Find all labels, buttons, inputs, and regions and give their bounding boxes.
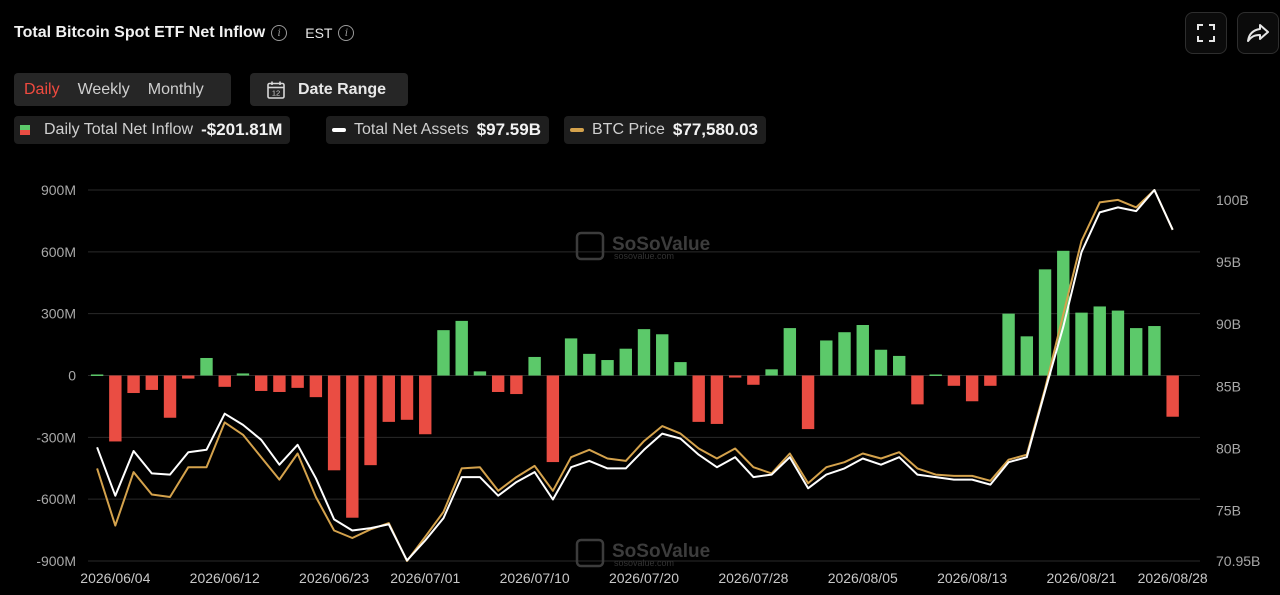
- bar: [437, 330, 450, 376]
- y-right-tick-label: 90B: [1216, 316, 1241, 332]
- bar: [856, 325, 869, 376]
- x-tick-label: 2026/08/21: [1046, 570, 1116, 586]
- bar: [801, 375, 815, 430]
- bar: [1129, 328, 1143, 376]
- y-right-tick-label: 95B: [1216, 254, 1241, 270]
- bar: [874, 349, 888, 376]
- bar: [254, 375, 268, 391]
- bar: [1038, 269, 1052, 376]
- bar: [893, 355, 906, 376]
- x-tick-label: 2026/07/20: [609, 570, 679, 586]
- x-axis: 2026/06/04 2026/06/12 2026/06/23 2026/07/01…: [80, 570, 1208, 586]
- watermark-logo-icon: [575, 538, 605, 568]
- y-right-tick-label: 100B: [1216, 192, 1249, 208]
- bar: [929, 374, 942, 376]
- y-left-tick-label: 0: [68, 368, 76, 384]
- bar: [728, 375, 742, 378]
- x-tick-label: 2026/07/28: [718, 570, 788, 586]
- y-right-tick-label: 75B: [1216, 503, 1241, 519]
- bar: [455, 320, 468, 376]
- bar: [820, 340, 833, 376]
- y-left-tick-label: 900M: [41, 182, 76, 198]
- bar: [947, 375, 961, 386]
- bar: [382, 375, 395, 422]
- y-left-tick-label: -300M: [36, 429, 76, 445]
- bar: [182, 375, 195, 379]
- bar: [1002, 313, 1015, 376]
- bar: [619, 348, 632, 376]
- watermark-top: SoSoValue sosovalue.com: [575, 231, 710, 261]
- bar: [765, 369, 778, 376]
- bar: [783, 328, 797, 376]
- y-right-tick-label: 80B: [1216, 441, 1241, 457]
- bar: [327, 375, 341, 471]
- bar: [236, 373, 250, 376]
- bar: [346, 375, 359, 518]
- bar: [564, 338, 578, 376]
- bar: [1148, 326, 1161, 376]
- bar: [965, 375, 979, 402]
- y-left-tick-label: -900M: [36, 553, 76, 569]
- bar: [528, 356, 541, 376]
- bar: [656, 334, 669, 376]
- y-left-tick-label: 600M: [41, 244, 76, 260]
- watermark-logo-icon: [575, 231, 605, 261]
- bar: [710, 375, 724, 424]
- bar: [109, 375, 122, 442]
- x-tick-label: 2026/08/05: [828, 570, 898, 586]
- x-tick-label: 2026/06/04: [80, 570, 150, 586]
- bar: [1093, 306, 1106, 376]
- x-tick-label: 2026/07/01: [390, 570, 460, 586]
- x-tick-label: 2026/06/12: [190, 570, 260, 586]
- bar: [309, 375, 323, 398]
- bar: [90, 374, 104, 376]
- bar: [491, 375, 505, 392]
- chart[interactable]: SoSoValue sosovalue.com SoSoValue sosova…: [0, 0, 1280, 595]
- bars-series: [90, 250, 1179, 518]
- x-tick-label: 2026/07/10: [500, 570, 570, 586]
- bar: [838, 332, 851, 376]
- bar: [637, 329, 651, 376]
- bar: [1075, 312, 1088, 376]
- watermark-bottom: SoSoValue sosovalue.com: [575, 538, 710, 568]
- y-left-tick-label: -600M: [36, 491, 76, 507]
- bar: [419, 375, 432, 435]
- bar: [218, 375, 231, 387]
- right-axis: 100B 95B 90B 85B 80B 75B 70.95B: [1216, 192, 1260, 569]
- bar: [601, 360, 614, 376]
- bar: [583, 353, 596, 376]
- bar: [510, 375, 523, 395]
- bar: [1166, 375, 1179, 417]
- bar: [984, 375, 997, 386]
- y-right-tick-label: 85B: [1216, 378, 1241, 394]
- bar: [291, 375, 304, 388]
- bar: [546, 375, 560, 463]
- bar: [163, 375, 177, 418]
- x-tick-label: 2026/06/23: [299, 570, 369, 586]
- bar: [1020, 336, 1034, 376]
- bar: [473, 371, 487, 376]
- bar: [692, 375, 705, 422]
- watermark-site: sosovalue.com: [614, 251, 674, 261]
- bar: [911, 375, 924, 405]
- bar: [364, 375, 377, 466]
- x-tick-label: 2026/08/28: [1138, 570, 1208, 586]
- left-axis: 900M 600M 300M 0 -300M -600M -900M: [36, 182, 76, 569]
- y-right-tick-label: 70.95B: [1216, 553, 1260, 569]
- bar: [747, 375, 760, 385]
- bar: [1111, 310, 1125, 376]
- watermarks: SoSoValue sosovalue.com SoSoValue sosova…: [575, 231, 710, 568]
- bar: [145, 375, 159, 390]
- y-left-tick-label: 300M: [41, 306, 76, 322]
- bar: [200, 357, 213, 376]
- bar: [273, 375, 286, 392]
- bar: [674, 362, 687, 376]
- x-tick-label: 2026/08/13: [937, 570, 1007, 586]
- bar: [127, 375, 140, 394]
- watermark-site: sosovalue.com: [614, 558, 674, 568]
- bar: [400, 375, 414, 420]
